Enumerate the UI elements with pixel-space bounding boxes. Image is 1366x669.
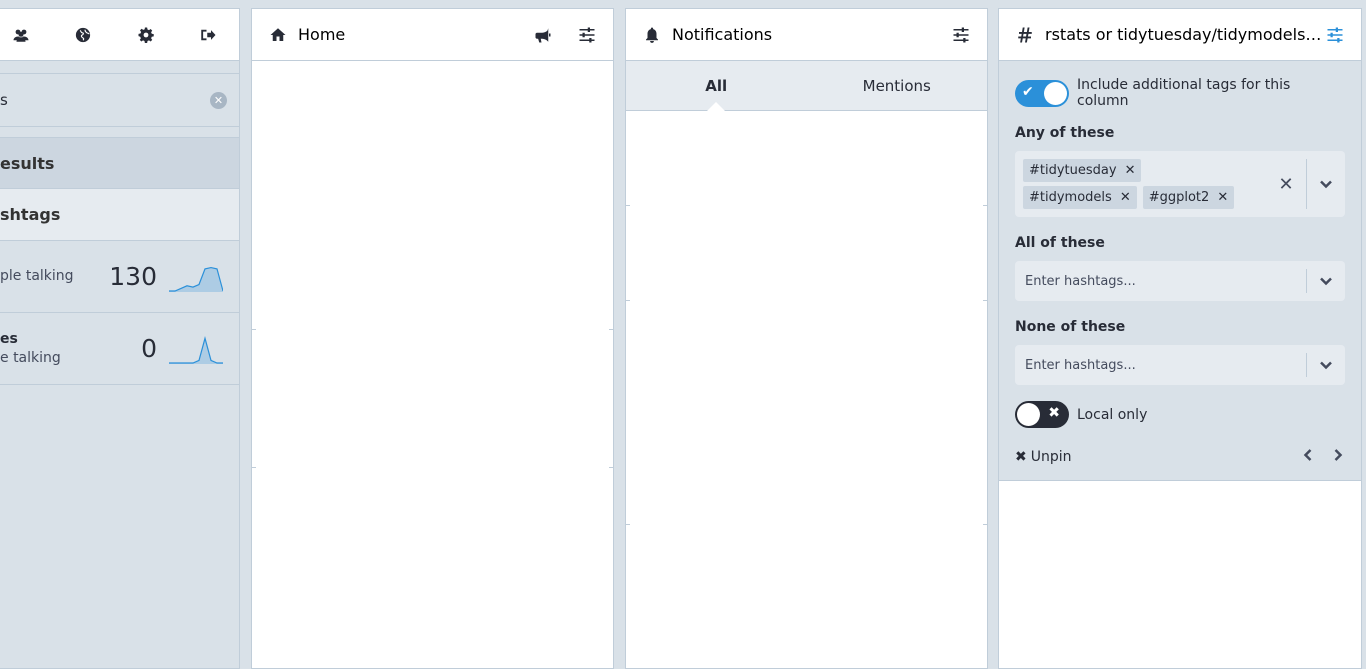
local-only-toggle[interactable]: ✖ <box>1015 401 1069 428</box>
close-icon: ✖ <box>1015 449 1027 465</box>
hashtag-result-text: ple talking <box>0 267 87 286</box>
hashtag-column-title: rstats or tidytuesday/tidymodels/... <box>1045 25 1325 44</box>
announcements-icon[interactable] <box>533 25 553 45</box>
hashtag-result-subtitle: ple talking <box>0 268 74 284</box>
none-of-these-select[interactable]: Enter hashtags... <box>1015 345 1345 385</box>
people-icon[interactable] <box>11 25 31 45</box>
unpin-label: Unpin <box>1030 449 1072 465</box>
local-only-row: ✖ Local only <box>1015 401 1345 428</box>
column-settings-icon[interactable] <box>951 25 971 45</box>
include-tags-toggle[interactable]: ✔ <box>1015 79 1069 107</box>
tag-chip: #ggplot2 ✕ <box>1142 186 1235 209</box>
timeline-divider <box>983 205 987 206</box>
trend-sparkline <box>169 335 223 364</box>
search-results-label: esults <box>0 153 55 173</box>
timeline-divider <box>252 329 256 330</box>
local-only-label: Local only <box>1077 406 1148 423</box>
timeline-divider <box>983 300 987 301</box>
hashtag-result-item[interactable]: es e talking 0 <box>0 313 239 385</box>
column-settings-icon[interactable] <box>577 25 597 45</box>
clear-all-icon[interactable]: ✕ <box>1266 151 1306 217</box>
search-results-header: esults <box>0 137 239 189</box>
sparkline-area <box>169 267 223 292</box>
any-of-these-label: Any of these <box>1015 125 1115 141</box>
tab-mentions[interactable]: Mentions <box>807 61 988 110</box>
tag-chip: #tidytuesday ✕ <box>1023 159 1142 182</box>
all-of-these-placeholder: Enter hashtags... <box>1025 273 1136 289</box>
all-of-these-label: All of these <box>1015 235 1105 251</box>
search-column: s ✕ esults shtags ple talking 130 es e t… <box>0 8 240 669</box>
search-input[interactable]: s ✕ <box>0 73 239 127</box>
home-column: Home <box>251 8 614 669</box>
include-tags-label: Include additional tags for this column <box>1077 77 1291 109</box>
tag-chip-label: #ggplot2 <box>1148 190 1210 205</box>
timeline-divider <box>609 329 613 330</box>
check-icon: ✔ <box>1022 83 1034 100</box>
trend-sparkline <box>169 266 223 292</box>
toggle-knob <box>1017 403 1040 426</box>
tab-all[interactable]: All <box>626 61 807 111</box>
hashtag-result-count: 130 <box>109 262 157 291</box>
tag-chip-label: #tidymodels <box>1029 190 1112 205</box>
toggle-knob <box>1044 81 1067 105</box>
hashtag-column-header[interactable]: rstats or tidytuesday/tidymodels/... <box>999 9 1361 61</box>
timeline-divider <box>609 467 613 468</box>
notification-filter-tabs: All Mentions <box>626 61 987 111</box>
globe-icon[interactable] <box>73 25 93 45</box>
all-of-these-select[interactable]: Enter hashtags... <box>1015 261 1345 301</box>
timeline-divider <box>626 524 630 525</box>
home-column-title: Home <box>298 25 346 44</box>
close-icon: ✖ <box>1048 405 1060 421</box>
clear-search-icon[interactable]: ✕ <box>210 92 227 109</box>
chevron-left-icon[interactable] <box>1285 448 1315 466</box>
column-settings-icon[interactable] <box>1325 25 1345 45</box>
sign-out-icon[interactable] <box>198 25 218 45</box>
timeline-divider <box>983 524 987 525</box>
hashtag-result-name: es <box>0 330 18 347</box>
notifications-column-header[interactable]: Notifications <box>626 9 987 61</box>
chevron-down-icon[interactable] <box>1307 261 1345 301</box>
notifications-column-title: Notifications <box>672 25 773 44</box>
none-of-these-label: None of these <box>1015 319 1126 335</box>
sparkline-area <box>169 337 223 364</box>
hashtag-result-count: 0 <box>141 334 157 363</box>
hashtag-column-settings: ✔ Include additional tags for this colum… <box>999 61 1361 481</box>
hashtags-section-label: shtags <box>0 205 61 224</box>
hashtag-result-subtitle: e talking <box>0 349 61 366</box>
remove-tag-icon[interactable]: ✕ <box>1125 163 1136 178</box>
bell-icon <box>642 25 662 45</box>
chevron-down-icon[interactable] <box>1307 151 1345 217</box>
nav-bar <box>0 9 239 61</box>
include-tags-row: ✔ Include additional tags for this colum… <box>1015 77 1345 109</box>
sparkline-line <box>169 335 223 364</box>
tag-chip: #tidymodels ✕ <box>1023 186 1137 209</box>
search-input-value: s <box>0 91 8 109</box>
timeline-divider <box>252 467 256 468</box>
column-settings-footer: ✖ Unpin <box>1015 448 1345 466</box>
any-tags-container: #tidytuesday ✕ #tidymodels ✕ #ggplot2 ✕ <box>1015 151 1266 217</box>
hashtag-icon <box>1015 25 1035 45</box>
remove-tag-icon[interactable]: ✕ <box>1120 190 1131 205</box>
hashtag-result-item[interactable]: ple talking 130 <box>0 241 239 313</box>
gear-icon[interactable] <box>136 25 156 45</box>
none-of-these-placeholder: Enter hashtags... <box>1025 357 1136 373</box>
remove-tag-icon[interactable]: ✕ <box>1217 190 1228 205</box>
hashtags-section-header: shtags <box>0 189 239 241</box>
hashtag-column: rstats or tidytuesday/tidymodels/... ✔ I… <box>998 8 1362 669</box>
all-tags-container: Enter hashtags... <box>1015 261 1306 301</box>
home-icon <box>268 25 288 45</box>
notifications-column: Notifications All Mentions <box>625 8 988 669</box>
timeline-divider <box>626 300 630 301</box>
hashtag-result-text: es e talking <box>0 330 87 368</box>
unpin-button[interactable]: ✖ Unpin <box>1015 449 1285 465</box>
chevron-down-icon[interactable] <box>1307 345 1345 385</box>
tag-chip-label: #tidytuesday <box>1029 163 1117 178</box>
home-column-header[interactable]: Home <box>252 9 613 61</box>
chevron-right-icon[interactable] <box>1315 448 1345 466</box>
none-tags-container: Enter hashtags... <box>1015 345 1306 385</box>
timeline-divider <box>626 205 630 206</box>
any-of-these-select[interactable]: #tidytuesday ✕ #tidymodels ✕ #ggplot2 ✕ … <box>1015 151 1345 217</box>
